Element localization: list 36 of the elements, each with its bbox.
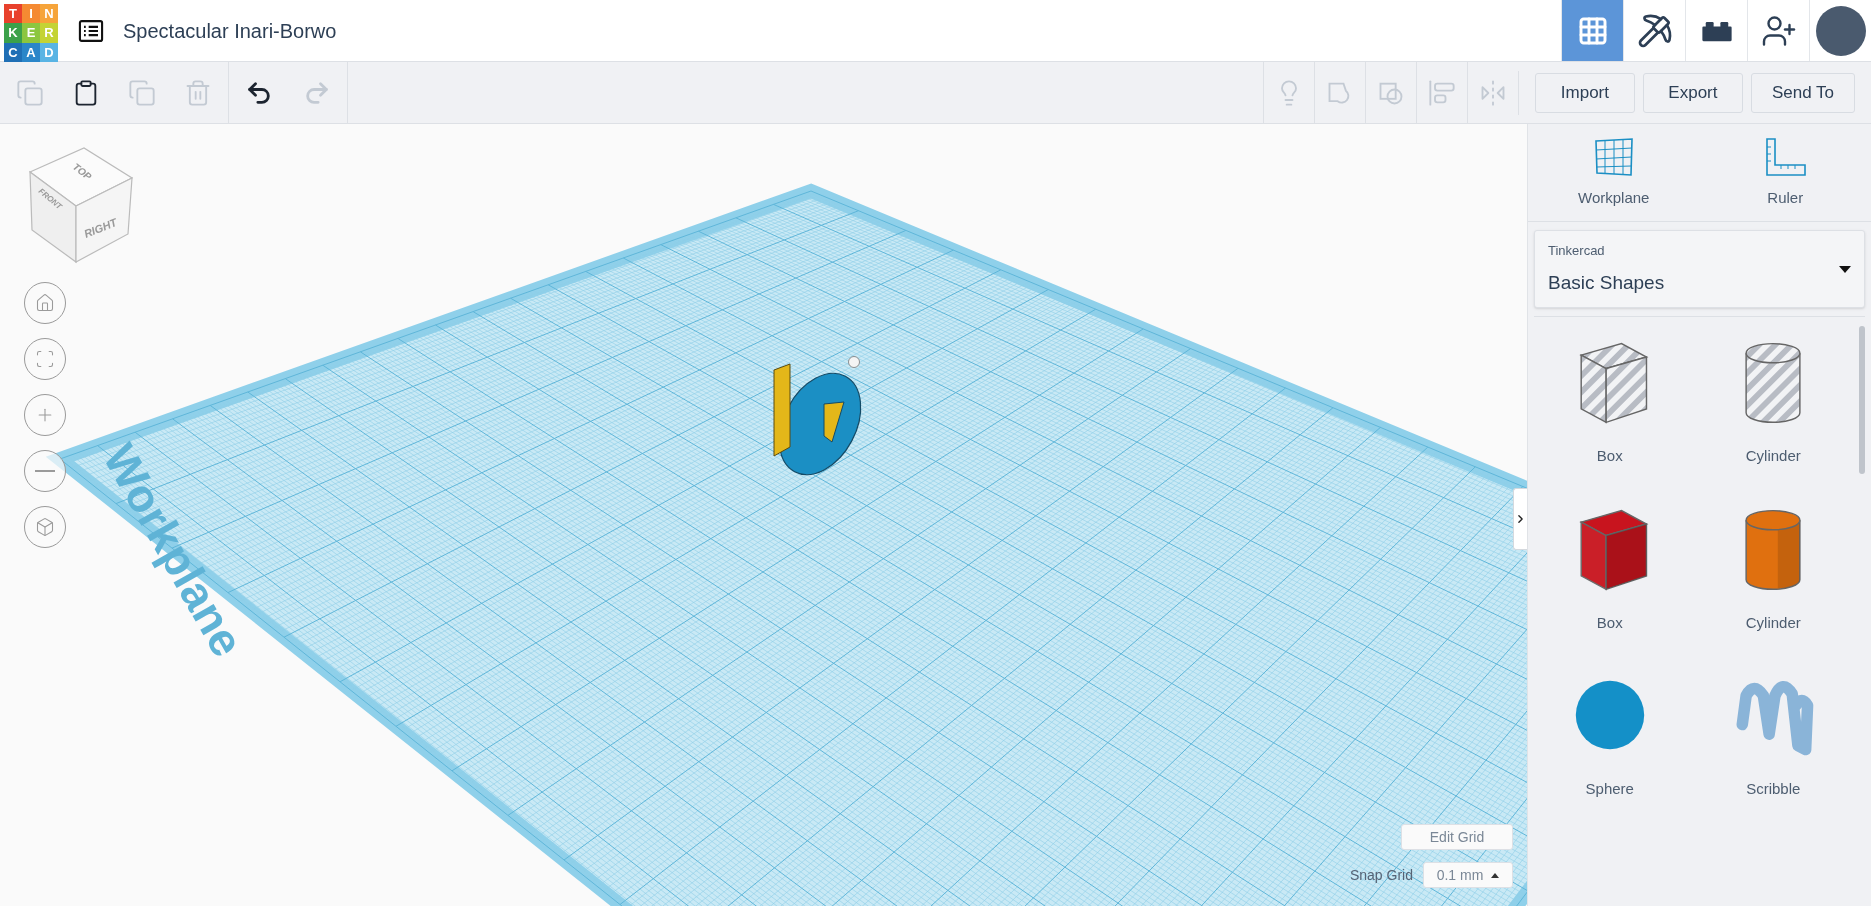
shape-item[interactable]: Box <box>1528 495 1692 634</box>
snap-grid-label: Snap Grid <box>1349 865 1413 885</box>
trash-icon <box>184 78 212 107</box>
minus-icon <box>35 470 55 472</box>
design-title[interactable]: Spectacular Inari-Borwo <box>123 15 337 46</box>
toolbar-action-button[interactable]: Import <box>1534 72 1635 113</box>
view-control-button[interactable] <box>24 282 66 324</box>
toolbar-action-button[interactable]: Send To <box>1750 72 1855 113</box>
cube-face-label: TOP <box>70 160 94 183</box>
view-cube[interactable] <box>28 147 134 264</box>
pickaxe-icon <box>1636 12 1673 49</box>
view-control-button[interactable] <box>24 450 66 492</box>
shape-item[interactable]: Box <box>1528 329 1692 468</box>
caret-down-icon <box>1839 265 1851 273</box>
shape-item[interactable]: Sphere <box>1528 662 1692 801</box>
collapse-panel-button[interactable] <box>1513 488 1527 550</box>
view-control-button[interactable] <box>24 394 66 436</box>
cube-icon <box>35 517 55 537</box>
snap-grid-select[interactable]: 0.1 mm <box>1423 862 1513 888</box>
align-icon <box>1427 78 1456 107</box>
fit-view-icon <box>35 349 55 369</box>
shape-library-dropdown[interactable]: Tinkercad Basic Shapes <box>1534 230 1865 308</box>
copy-icon <box>16 78 44 107</box>
shape-item[interactable]: Cylinder <box>1691 495 1855 634</box>
home-icon <box>35 293 55 313</box>
workplane-tool-button[interactable]: Workplane <box>1528 124 1700 221</box>
ruler-tool-button[interactable]: Ruler <box>1699 124 1871 221</box>
view-control-button[interactable] <box>24 338 66 380</box>
caret-up-icon <box>1491 872 1500 878</box>
shape-item[interactable]: Cylinder <box>1691 329 1855 468</box>
scrollbar-thumb[interactable] <box>1859 326 1865 474</box>
toolbar-action-button[interactable]: Export <box>1642 72 1743 113</box>
view-control-button[interactable] <box>24 506 66 548</box>
stacked-squares-icon <box>128 78 156 107</box>
shape-item[interactable]: Scribble <box>1691 662 1855 801</box>
edit-grid-button[interactable]: Edit Grid <box>1401 824 1513 850</box>
